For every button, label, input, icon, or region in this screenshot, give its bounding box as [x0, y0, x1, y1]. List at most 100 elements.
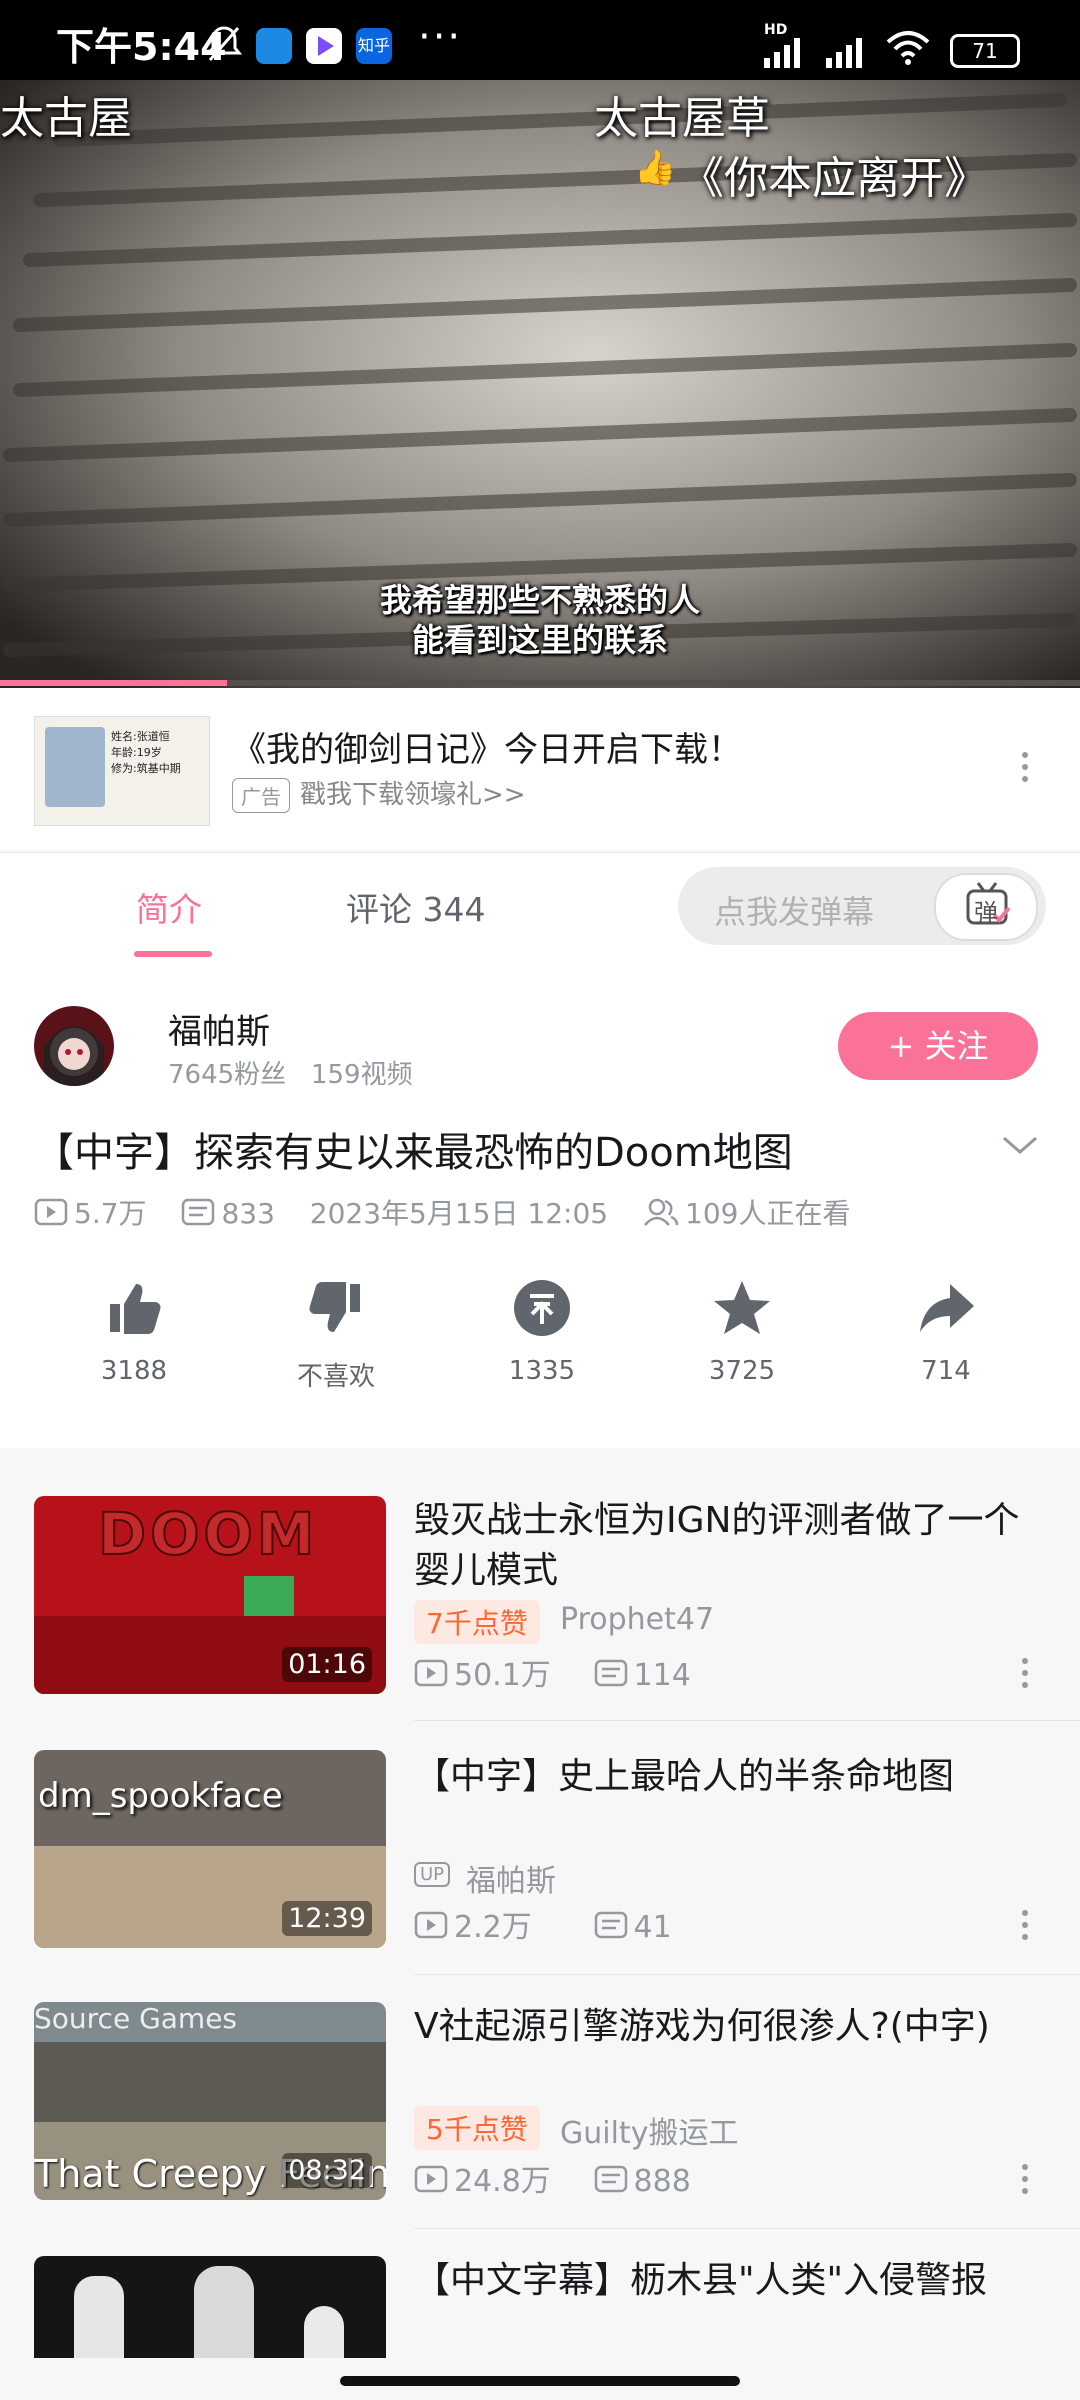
watching-count: 109人正在看 [685, 1197, 851, 1230]
video-info-panel: 福帕斯 7645粉丝 159视频 + 关注 【中字】探索有史以来最恐怖的Doom… [0, 958, 1080, 1448]
tab-bar: 简介 评论 344 点我发弹幕 弹 [0, 852, 1080, 960]
ad-thumb-text: 年龄:19岁 [111, 746, 162, 759]
danmaku-count: 833 [221, 1197, 275, 1230]
divider [414, 1974, 1080, 1975]
video-title: 【中字】探索有史以来最恐怖的Doom地图 [34, 1130, 793, 1176]
video-thumbnail[interactable] [34, 2256, 386, 2358]
video-app-notification-icon [306, 28, 342, 64]
like-count: 3188 [100, 1356, 168, 1386]
likes-badge: 7千点赞 [414, 1600, 540, 1644]
like-button[interactable]: 3188 [64, 1278, 204, 1386]
related-uploader[interactable]: 福帕斯 [466, 1856, 556, 1900]
chevron-down-icon[interactable] [1002, 1134, 1038, 1160]
tab-active-indicator [134, 951, 212, 957]
likes-badge: 5千点赞 [414, 2106, 540, 2150]
view-count: 5.7万 [74, 1197, 147, 1230]
danmaku-count-icon [594, 2164, 628, 2202]
danmaku-comment: 《你本应离开》 [680, 153, 988, 204]
related-views: 24.8万 [454, 2164, 551, 2199]
coin-button[interactable]: 1335 [472, 1278, 612, 1386]
video-duration: 12:39 [282, 1901, 372, 1936]
related-views: 2.2万 [454, 1910, 532, 1945]
danmaku-count-icon [594, 1910, 628, 1948]
video-thumbnail[interactable]: DOOM 01:16 [34, 1496, 386, 1694]
thumbs-up-emoji-icon: 👍 [634, 148, 677, 188]
thumbs-up-icon [104, 1284, 164, 1342]
share-button[interactable]: 714 [876, 1278, 1016, 1386]
uploader-name[interactable]: 福帕斯 [168, 1004, 270, 1053]
related-video-title[interactable]: V社起源引擎游戏为何很渗人?(中字) [414, 2002, 1034, 2052]
danmaku-input[interactable]: 点我发弹幕 弹 [678, 867, 1046, 945]
danmaku-comment: 太古屋草 [594, 93, 770, 144]
share-icon [916, 1284, 976, 1342]
more-icon[interactable] [1022, 1658, 1030, 1694]
related-uploader[interactable]: Prophet47 [560, 1602, 714, 1637]
battery-indicator: 71 [950, 34, 1020, 68]
related-stats: 24.8万 888 [414, 2156, 691, 2202]
uploader-video-count: 159视频 [310, 1060, 413, 1090]
ad-subtitle[interactable]: 戳我下载领壕礼>> [300, 774, 526, 811]
thumbs-down-icon [306, 1282, 366, 1342]
follow-button[interactable]: + 关注 [838, 1012, 1038, 1080]
more-icon[interactable] [1022, 1910, 1030, 1946]
thumbnail-building [34, 2042, 386, 2122]
uploader-fans: 7645粉丝 [168, 1060, 287, 1090]
tab-comments-label: 评论 [346, 890, 412, 929]
home-indicator[interactable] [340, 2376, 740, 2386]
video-duration: 08:32 [282, 2153, 372, 2188]
video-duration: 01:16 [282, 1647, 372, 1682]
thumbnail-text: dm_spookface [38, 1776, 283, 1816]
play-count-icon [34, 1197, 68, 1234]
related-video-item[interactable]: Source Games That Creepy Feelin 08:32 V社… [0, 1976, 1080, 2229]
tab-intro[interactable]: 简介 [136, 883, 202, 931]
up-tag-icon: UP [414, 1862, 451, 1887]
dislike-button[interactable]: 不喜欢 [266, 1278, 406, 1393]
ad-banner[interactable]: 姓名:张道恒 年龄:19岁 修为:筑基中期 《我的御剑日记》今日开启下载！ 广告… [0, 688, 1080, 850]
tab-comments-count: 344 [422, 890, 486, 929]
divider [414, 2228, 1080, 2229]
ad-thumb-text: 修为:筑基中期 [111, 762, 181, 775]
related-video-title[interactable]: 【中字】史上最哈人的半条命地图 [414, 1752, 1034, 1802]
uploader-avatar[interactable] [34, 1006, 114, 1086]
tab-comments[interactable]: 评论 344 [346, 883, 486, 931]
related-video-item[interactable]: dm_spookface 12:39 【中字】史上最哈人的半条命地图 UP 福帕… [0, 1722, 1080, 1975]
danmaku-comment: 太古屋 [0, 93, 132, 144]
ad-more-icon[interactable] [1022, 752, 1030, 788]
related-views: 50.1万 [454, 1658, 551, 1693]
danmaku-toggle-button[interactable]: 弹 [934, 873, 1038, 941]
signal-icon [764, 36, 874, 72]
uploader-stats: 7645粉丝 159视频 [168, 1054, 413, 1091]
related-stats: 2.2万 41 [414, 1902, 672, 1948]
danmaku-count-icon [181, 1197, 215, 1234]
related-uploader[interactable]: Guilty搬运工 [560, 2108, 738, 2152]
status-time: 下午5:44 [56, 25, 227, 69]
related-danmaku: 888 [633, 2164, 691, 2199]
share-count: 714 [921, 1356, 971, 1386]
video-meta: 5.7万 833 2023年5月15日 12:05 109人正在看 [34, 1192, 876, 1234]
dislike-label: 不喜欢 [296, 1362, 375, 1392]
related-video-item[interactable]: DOOM 01:16 毁灭战士永恒为IGN的评测者做了一个婴儿模式 7千点赞 P… [0, 1448, 1080, 1721]
zhihu-notification-icon: 知乎 [356, 28, 392, 64]
viewers-icon [643, 1197, 679, 1234]
related-video-title[interactable]: 毁灭战士永恒为IGN的评测者做了一个婴儿模式 [414, 1496, 1034, 1596]
thumbnail-figure [194, 2266, 254, 2358]
related-video-item[interactable]: 【中文字幕】枥木县"人类"入侵警报 [0, 2230, 1080, 2358]
thumbnail-text: Source Games [34, 2002, 238, 2035]
related-danmaku: 41 [633, 1910, 672, 1945]
thumbnail-figure [74, 2276, 124, 2358]
related-video-title[interactable]: 【中文字幕】枥木县"人类"入侵警报 [414, 2256, 1034, 2306]
ad-thumb-text: 姓名:张道恒 [111, 730, 170, 743]
ad-thumbnail[interactable]: 姓名:张道恒 年龄:19岁 修为:筑基中期 [34, 716, 210, 826]
play-count-icon [414, 1910, 448, 1948]
mute-bell-icon [205, 24, 243, 68]
thumbnail-figure [304, 2306, 344, 2358]
coin-icon [512, 1280, 572, 1342]
more-icon[interactable] [1022, 2164, 1030, 2200]
favorite-button[interactable]: 3725 [672, 1278, 812, 1386]
video-progress-fill [0, 680, 227, 686]
video-player[interactable]: 太古屋 太古屋草 👍 《你本应离开》 我希望那些不熟悉的人 能看到这里的联系 [0, 80, 1080, 688]
ad-title[interactable]: 《我的御剑日记》今日开启下载！ [232, 722, 742, 771]
video-thumbnail[interactable]: Source Games That Creepy Feelin 08:32 [34, 2002, 386, 2200]
video-thumbnail[interactable]: dm_spookface 12:39 [34, 1750, 386, 1948]
ad-tag: 广告 [232, 778, 290, 813]
